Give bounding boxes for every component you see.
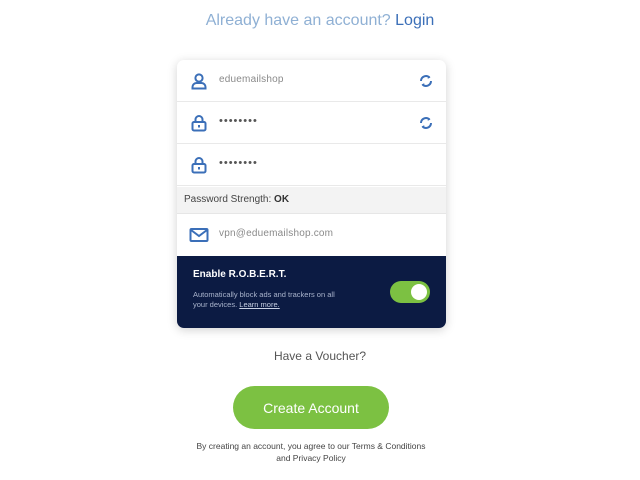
voucher-link[interactable]: Have a Voucher? <box>0 349 640 363</box>
lock-icon <box>189 155 209 175</box>
refresh-icon[interactable] <box>418 73 434 89</box>
confirm-password-value: •••••••• <box>219 157 258 169</box>
robert-description: Automatically block ads and trackers on … <box>193 290 343 310</box>
login-prompt-text: Already have an account? <box>205 12 391 29</box>
username-field[interactable]: eduemailshop <box>177 60 446 102</box>
password-value: •••••••• <box>219 115 258 127</box>
toggle-knob <box>411 284 427 300</box>
email-placeholder: vpn@eduemailshop.com <box>219 228 334 239</box>
username-value: eduemailshop <box>219 74 284 85</box>
learn-more-link[interactable]: Learn more. <box>239 300 279 309</box>
lock-icon <box>189 113 209 133</box>
password-strength: Password Strength: OK <box>177 187 446 214</box>
password-strength-value: OK <box>274 194 290 205</box>
login-link[interactable]: Login <box>395 12 434 29</box>
password-strength-label: Password Strength: <box>184 194 272 205</box>
signup-card: eduemailshop •••••••• •••••••• Password … <box>177 60 446 328</box>
create-account-button[interactable]: Create Account <box>233 386 389 429</box>
password-field[interactable]: •••••••• <box>177 102 446 144</box>
robert-panel: Enable R.O.B.E.R.T. Automatically block … <box>177 256 446 328</box>
email-field[interactable]: vpn@eduemailshop.com <box>177 214 446 256</box>
robert-toggle[interactable] <box>390 281 430 303</box>
envelope-icon <box>189 225 209 245</box>
login-prompt: Already have an account? Login <box>0 12 640 30</box>
confirm-password-field[interactable]: •••••••• <box>177 144 446 186</box>
refresh-icon[interactable] <box>418 115 434 131</box>
robert-title: Enable R.O.B.E.R.T. <box>193 269 287 280</box>
terms-text: By creating an account, you agree to our… <box>196 441 426 463</box>
user-icon <box>189 71 209 91</box>
